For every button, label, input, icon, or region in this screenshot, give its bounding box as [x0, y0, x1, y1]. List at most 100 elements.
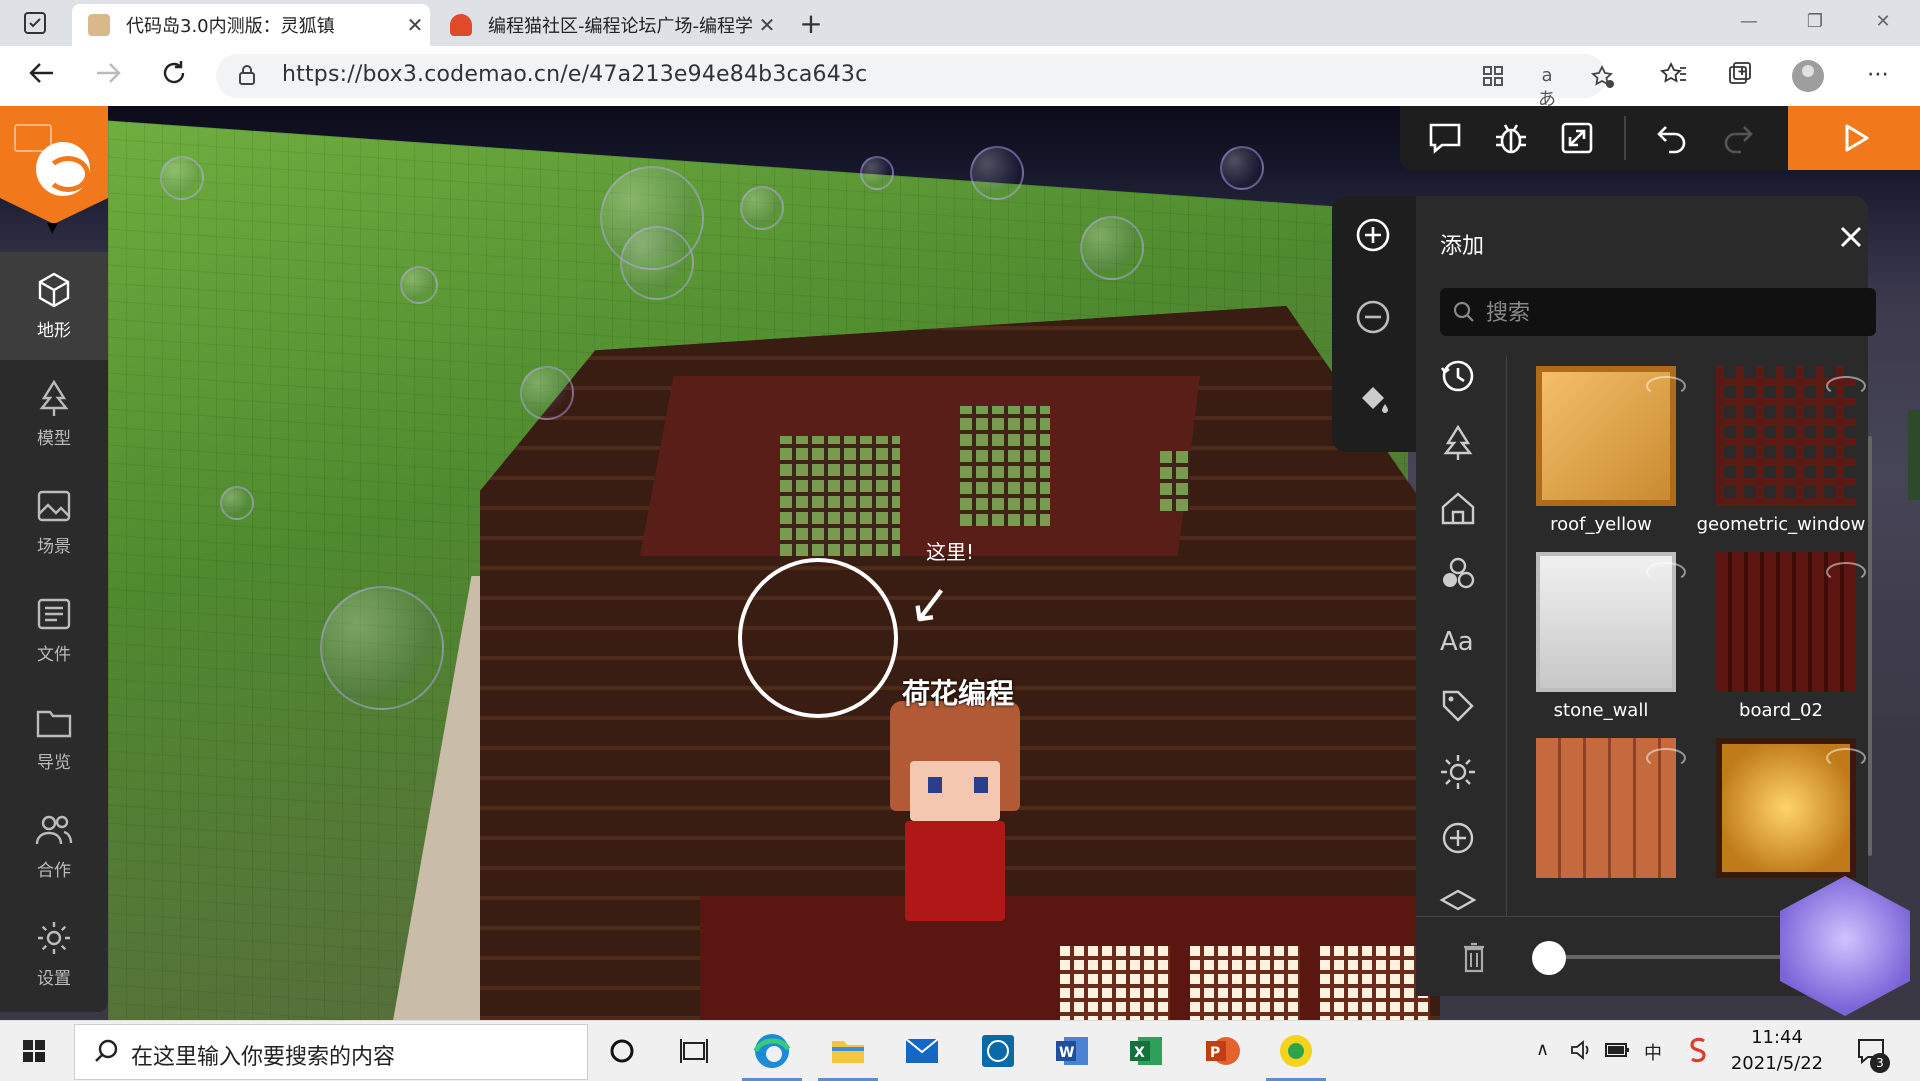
highlight-ring: [738, 558, 898, 718]
rotate-icon[interactable]: [1826, 376, 1866, 396]
dell-app-icon[interactable]: [976, 1029, 1020, 1073]
omnibox[interactable]: https://box3.codemao.cn/e/47a213e94e84b3…: [216, 54, 1614, 110]
new-tab-button[interactable]: +: [794, 8, 828, 42]
bubble: [160, 156, 204, 200]
translate-icon[interactable]: aあ: [1534, 64, 1560, 110]
size-slider-track[interactable]: [1546, 955, 1796, 959]
battery-icon[interactable]: [1604, 1039, 1632, 1061]
chat-icon[interactable]: [1426, 119, 1464, 157]
bubble: [320, 586, 444, 710]
sidebar-item-guide[interactable]: 导览: [0, 684, 108, 792]
search-input[interactable]: [1484, 294, 1868, 332]
ime-indicator[interactable]: 中: [1644, 1039, 1662, 1065]
tab-codemao-island[interactable]: 代码岛3.0内测版：灵狐镇 ✕: [72, 4, 430, 46]
collections-icon[interactable]: [1724, 60, 1756, 92]
block-tile-board-02[interactable]: board_02: [1696, 552, 1866, 732]
fullscreen-icon[interactable]: [1558, 119, 1596, 157]
sidebar-item-label: 导览: [37, 753, 71, 773]
search-box[interactable]: [1440, 288, 1876, 336]
chevron-down-icon[interactable]: ▼: [47, 220, 58, 236]
svg-text:W: W: [1059, 1045, 1074, 1061]
tab-actions-icon[interactable]: [22, 10, 48, 36]
add-favorite-icon[interactable]: [1590, 64, 1616, 90]
chevron-up-icon[interactable]: ∧: [1536, 1039, 1549, 1060]
rotate-icon[interactable]: [1646, 376, 1686, 396]
recent-clock-icon[interactable]: [1438, 356, 1478, 396]
undo-icon[interactable]: [1654, 119, 1692, 157]
tab-title: 代码岛3.0内测版：灵狐镇: [126, 16, 335, 37]
volume-icon[interactable]: [1568, 1037, 1594, 1063]
text-font-icon[interactable]: Aa: [1438, 620, 1478, 660]
tree-icon[interactable]: [1438, 422, 1478, 462]
sidebar-item-model[interactable]: 模型: [0, 360, 108, 468]
rotate-icon[interactable]: [1646, 748, 1686, 768]
rotate-icon[interactable]: [1826, 562, 1866, 582]
sidebar-item-scene[interactable]: 场景: [0, 468, 108, 576]
edge-browser-icon[interactable]: [742, 1029, 802, 1081]
sun-icon[interactable]: [1438, 752, 1478, 792]
task-view-icon[interactable]: [672, 1029, 716, 1073]
trash-icon[interactable]: [1462, 941, 1486, 973]
lock-icon[interactable]: [238, 65, 256, 85]
close-icon[interactable]: [1836, 222, 1866, 252]
file-explorer-icon[interactable]: [818, 1029, 878, 1081]
word-icon[interactable]: W: [1050, 1029, 1094, 1073]
sogou-input-icon[interactable]: [1684, 1035, 1712, 1063]
powerpoint-icon[interactable]: P: [1200, 1029, 1244, 1073]
close-window-button[interactable]: ✕: [1850, 0, 1916, 46]
run-button[interactable]: [1788, 106, 1920, 170]
tag-icon[interactable]: [1438, 686, 1478, 726]
block-tile-roof-yellow[interactable]: roof_yellow: [1516, 366, 1686, 546]
close-tab-icon[interactable]: ✕: [752, 13, 782, 37]
cortana-icon[interactable]: [600, 1029, 644, 1073]
back-button[interactable]: [24, 58, 60, 94]
mail-icon[interactable]: [900, 1029, 944, 1073]
favorites-icon[interactable]: [1658, 60, 1690, 92]
excel-icon[interactable]: X: [1124, 1029, 1168, 1073]
tab-codemao-community[interactable]: 编程猫社区-编程论坛广场-编程学 ✕: [434, 4, 782, 46]
forward-button[interactable]: [90, 58, 126, 94]
bubble: [1220, 146, 1264, 190]
add-block-icon[interactable]: [1354, 216, 1392, 254]
url-text[interactable]: https://box3.codemao.cn/e/47a213e94e84b3…: [282, 62, 867, 87]
svg-text:P: P: [1210, 1045, 1220, 1061]
redo-icon[interactable]: [1718, 119, 1756, 157]
gear-icon: [38, 922, 70, 954]
profile-avatar[interactable]: [1792, 60, 1824, 92]
sidebar-item-collab[interactable]: 合作: [0, 792, 108, 900]
rotate-icon[interactable]: [1826, 748, 1866, 768]
block-tile-stone-wall[interactable]: stone_wall: [1516, 552, 1686, 732]
block-tile-geometric-window[interactable]: geometric_window: [1696, 366, 1866, 546]
shapes-icon[interactable]: [1438, 554, 1478, 594]
rotate-icon[interactable]: [1646, 562, 1686, 582]
house-icon[interactable]: [1438, 488, 1478, 528]
music-app-icon[interactable]: [1266, 1029, 1326, 1081]
minimize-button[interactable]: —: [1716, 0, 1782, 46]
restore-button[interactable]: ❐: [1782, 0, 1848, 46]
refresh-button[interactable]: [156, 58, 192, 94]
windows-start-icon[interactable]: [22, 1039, 46, 1063]
remove-block-icon[interactable]: [1354, 298, 1392, 336]
grid-scrollbar[interactable]: [1868, 436, 1872, 856]
clock-date: 2021/5/22: [1730, 1053, 1824, 1074]
bubble: [860, 156, 894, 190]
size-slider-knob[interactable]: [1532, 941, 1566, 975]
system-clock[interactable]: 11:44 2021/5/22: [1722, 1025, 1832, 1077]
debug-bug-icon[interactable]: [1492, 119, 1530, 157]
more-menu-icon[interactable]: ⋯: [1862, 60, 1894, 92]
paint-bucket-icon[interactable]: [1354, 380, 1392, 418]
side-handle[interactable]: [1908, 410, 1920, 500]
box3-logo-icon: [36, 142, 90, 196]
player-character: [880, 701, 1030, 921]
lower-lattice-window: [1320, 946, 1430, 1020]
add-circle-icon[interactable]: [1438, 818, 1478, 858]
sidebar-item-label: 文件: [37, 645, 71, 665]
app-grid-icon[interactable]: [1480, 64, 1506, 90]
sidebar-item-terrain[interactable]: 地形: [0, 252, 108, 360]
lattice-window: [780, 436, 900, 556]
sidebar-item-file[interactable]: 文件: [0, 576, 108, 684]
block-tile-wood-plank[interactable]: [1516, 738, 1686, 918]
taskbar-search[interactable]: 在这里输入你要搜索的内容: [74, 1024, 588, 1080]
close-tab-icon[interactable]: ✕: [400, 13, 430, 37]
sidebar-item-settings[interactable]: 设置: [0, 900, 108, 1008]
